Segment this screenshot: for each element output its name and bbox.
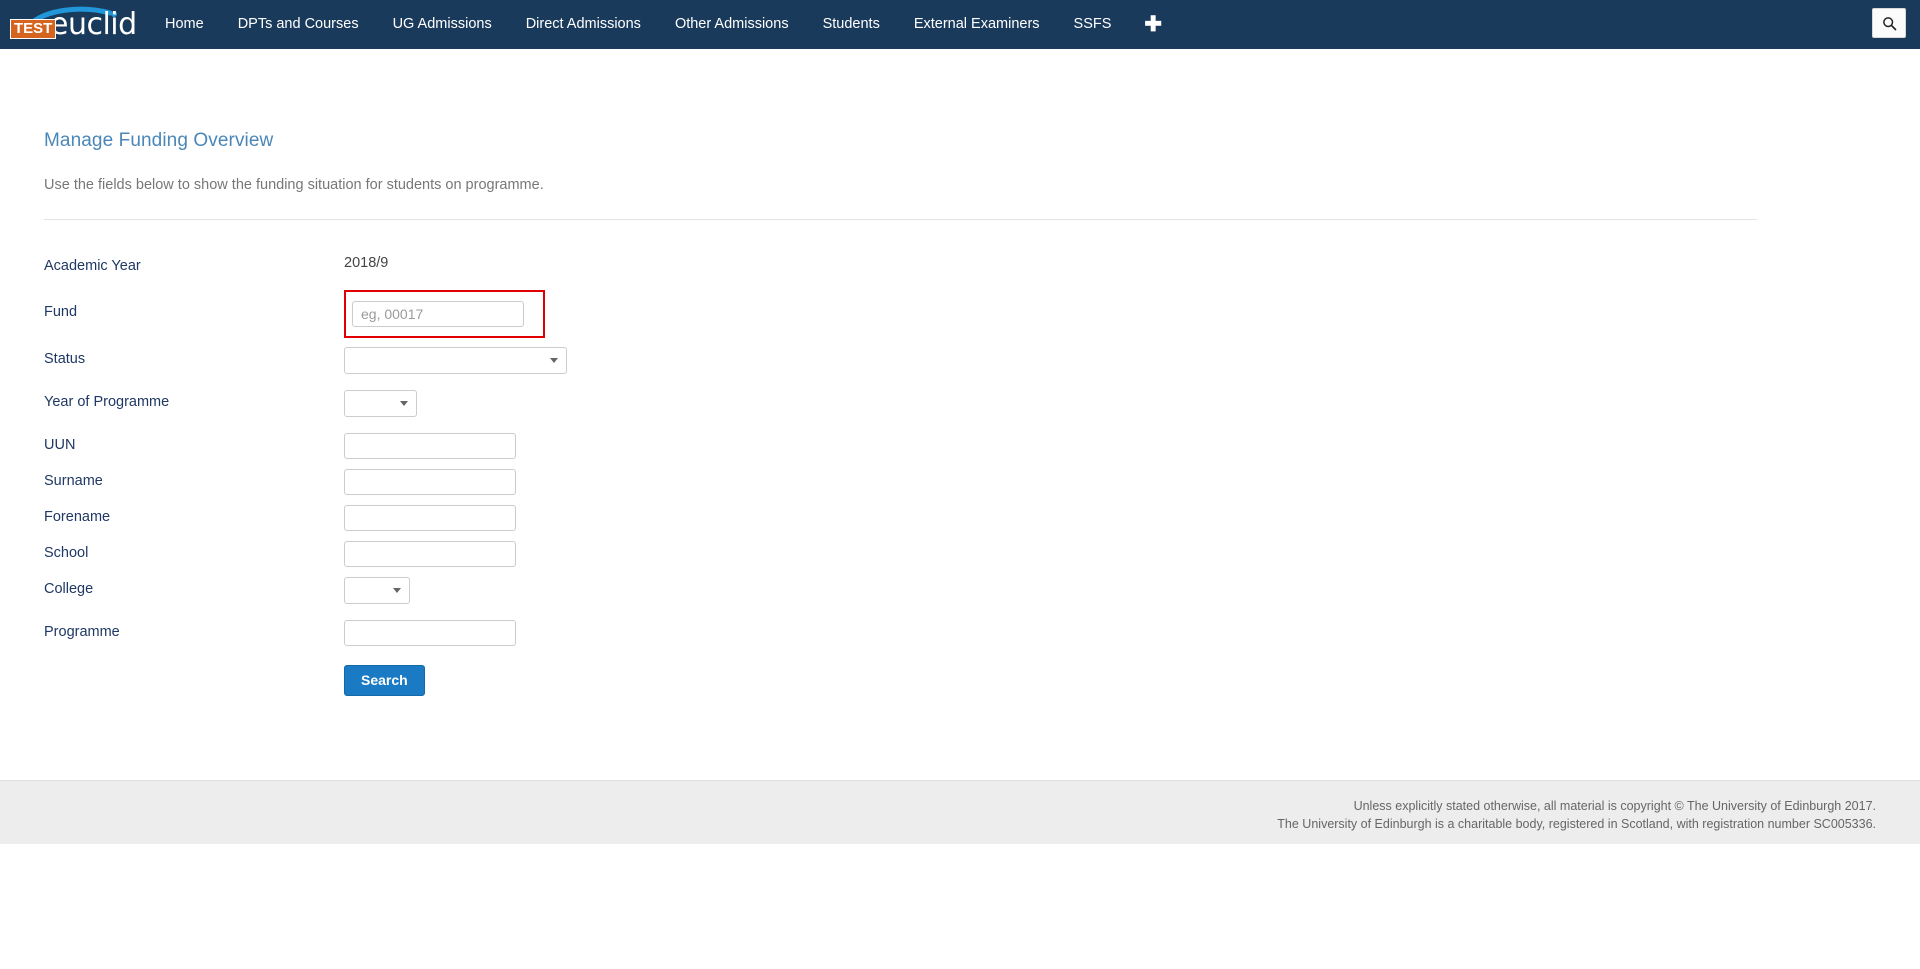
nav-students[interactable]: Students bbox=[806, 0, 897, 49]
surname-input-wrap bbox=[344, 469, 516, 495]
search-icon bbox=[1882, 16, 1897, 31]
nav-ug-admissions[interactable]: UG Admissions bbox=[376, 0, 509, 49]
add-tab-plus-icon[interactable]: ✚ bbox=[1128, 0, 1178, 49]
fund-validation-highlight bbox=[344, 290, 545, 338]
label-fund: Fund bbox=[44, 290, 344, 320]
school-input-wrap bbox=[344, 541, 516, 567]
form-row-status: Status bbox=[44, 347, 1876, 378]
content-area: Manage Funding Overview Use the fields b… bbox=[0, 49, 1920, 696]
value-academic-year: 2018/9 bbox=[344, 251, 388, 271]
year-of-programme-select-wrap bbox=[344, 390, 417, 417]
funding-search-form: Academic Year 2018/9 Fund Status bbox=[44, 220, 1876, 696]
label-year-of-programme: Year of Programme bbox=[44, 390, 344, 410]
uun-input[interactable] bbox=[344, 433, 516, 459]
logo-test-badge: TEST bbox=[10, 19, 56, 39]
page-description: Use the fields below to show the funding… bbox=[44, 152, 1876, 193]
form-row-programme: Programme bbox=[44, 620, 1876, 651]
label-academic-year: Academic Year bbox=[44, 254, 344, 274]
submit-wrap: Search bbox=[344, 665, 425, 696]
euclid-logo[interactable]: TEST euclid bbox=[8, 0, 126, 49]
page-footer: Unless explicitly stated otherwise, all … bbox=[0, 780, 1920, 844]
label-surname: Surname bbox=[44, 469, 344, 489]
label-school: School bbox=[44, 541, 344, 561]
form-row-forename: Forename bbox=[44, 505, 1876, 536]
nav-external-examiners[interactable]: External Examiners bbox=[897, 0, 1057, 49]
uun-input-wrap bbox=[344, 433, 516, 459]
forename-input-wrap bbox=[344, 505, 516, 531]
label-uun: UUN bbox=[44, 433, 344, 453]
logo-wordmark: euclid bbox=[50, 10, 137, 40]
label-college: College bbox=[44, 577, 344, 597]
form-row-uun: UUN bbox=[44, 433, 1876, 464]
global-search-button[interactable] bbox=[1872, 8, 1906, 38]
college-select[interactable] bbox=[344, 577, 410, 604]
page-title: Manage Funding Overview bbox=[44, 49, 1876, 152]
footer-copyright: Unless explicitly stated otherwise, all … bbox=[0, 781, 1920, 833]
year-of-programme-select[interactable] bbox=[344, 390, 417, 417]
status-select[interactable] bbox=[344, 347, 567, 374]
surname-input[interactable] bbox=[344, 469, 516, 495]
form-row-school: School bbox=[44, 541, 1876, 572]
submit-spacer bbox=[44, 665, 344, 669]
form-row-college: College bbox=[44, 577, 1876, 608]
nav-ssfs[interactable]: SSFS bbox=[1057, 0, 1129, 49]
nav-links: Home DPTs and Courses UG Admissions Dire… bbox=[148, 0, 1178, 49]
nav-other-admissions[interactable]: Other Admissions bbox=[658, 0, 806, 49]
programme-input[interactable] bbox=[344, 620, 516, 646]
form-row-academic-year: Academic Year 2018/9 bbox=[44, 254, 1876, 285]
programme-input-wrap bbox=[344, 620, 516, 646]
page-body: Manage Funding Overview Use the fields b… bbox=[0, 49, 1920, 696]
top-navigation-bar: TEST euclid Home DPTs and Courses UG Adm… bbox=[0, 0, 1920, 49]
label-programme: Programme bbox=[44, 620, 344, 640]
footer-line-2: The University of Edinburgh is a charita… bbox=[0, 815, 1876, 833]
forename-input[interactable] bbox=[344, 505, 516, 531]
form-row-fund: Fund bbox=[44, 290, 1876, 338]
nav-home[interactable]: Home bbox=[148, 0, 221, 49]
school-input[interactable] bbox=[344, 541, 516, 567]
form-row-surname: Surname bbox=[44, 469, 1876, 500]
footer-line-1: Unless explicitly stated otherwise, all … bbox=[0, 797, 1876, 815]
search-submit-button[interactable]: Search bbox=[344, 665, 425, 696]
status-select-wrap bbox=[344, 347, 567, 374]
fund-error-container bbox=[344, 290, 545, 338]
value-academic-year-wrap: 2018/9 bbox=[344, 254, 388, 272]
nav-dpts-and-courses[interactable]: DPTs and Courses bbox=[221, 0, 376, 49]
form-row-year-of-programme: Year of Programme bbox=[44, 390, 1876, 421]
college-select-wrap bbox=[344, 577, 410, 604]
nav-direct-admissions[interactable]: Direct Admissions bbox=[509, 0, 658, 49]
form-row-submit: Search bbox=[44, 665, 1876, 696]
label-forename: Forename bbox=[44, 505, 344, 525]
fund-input[interactable] bbox=[352, 301, 524, 327]
label-status: Status bbox=[44, 347, 344, 367]
